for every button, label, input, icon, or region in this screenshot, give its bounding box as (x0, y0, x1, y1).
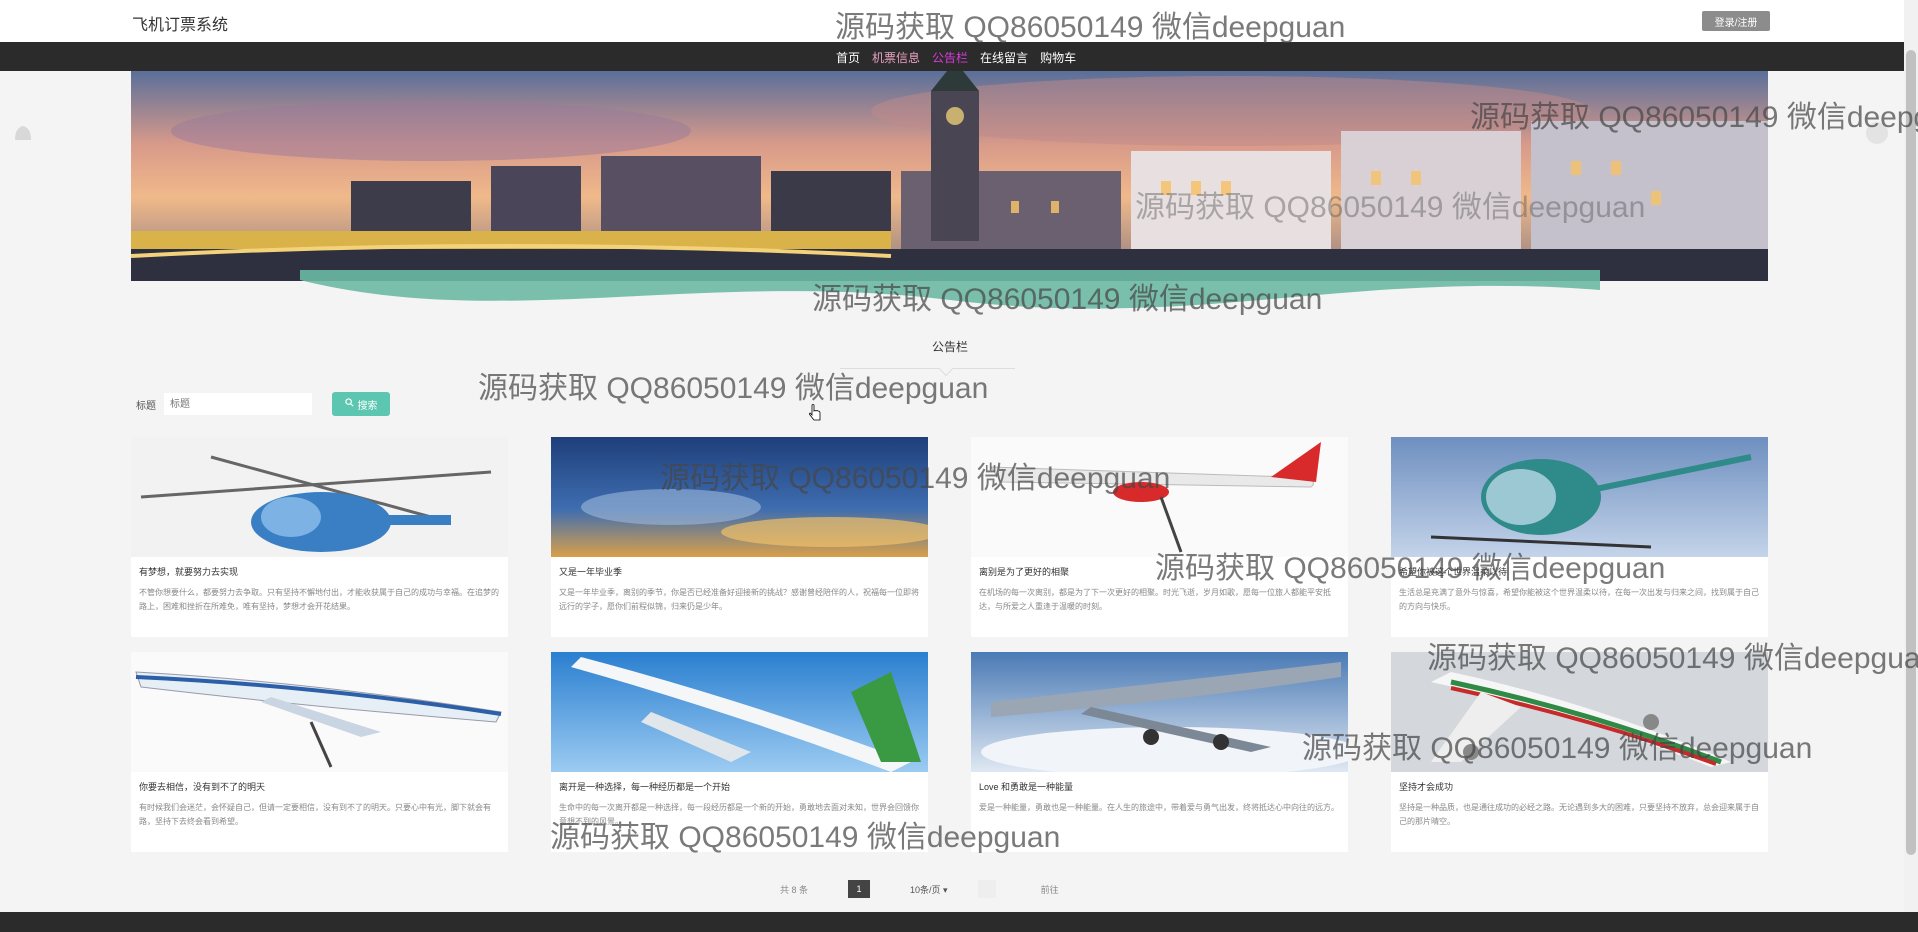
carousel-prev-icon[interactable] (12, 122, 34, 144)
notice-card[interactable]: 你要去相信，没有到不了的明天 有时候我们会迷茫，会怀疑自己，但请一定要相信，没有… (131, 652, 508, 852)
banner-image (131, 71, 1768, 281)
pagination: 共 8 条 1 10条/页 ▾ 前往 (780, 880, 1059, 898)
card-title: Love 和勇敢是一种能量 (979, 782, 1074, 792)
notice-card[interactable]: 希望你被这个世界温柔以待 生活总是充满了意外与惊喜，希望你能被这个世界温柔以待，… (1391, 437, 1768, 637)
card-image-helicopter-teal (1391, 437, 1768, 557)
card-title: 希望你被这个世界温柔以待 (1399, 567, 1508, 577)
notice-card[interactable]: Love 和勇敢是一种能量 爱是一种能量，勇敢也是一种能量。在人生的旅途中，带着… (971, 652, 1348, 852)
card-title: 你要去相信，没有到不了的明天 (139, 782, 266, 792)
pagination-total: 共 8 条 (780, 884, 809, 895)
card-description: 生命中的每一次离开都是一种选择，每一段经历都是一个新的开始，勇敢地去面对未知，世… (559, 803, 919, 826)
footer-bar (0, 912, 1918, 932)
top-header: 飞机订票系统 登录/注册 (0, 0, 1918, 42)
notice-card[interactable]: 离别是为了更好的相聚 在机场的每一次离别，都是为了下一次更好的相聚。时光飞逝，岁… (971, 437, 1348, 637)
card-description: 生活总是充满了意外与惊喜，希望你能被这个世界温柔以待，在每一次出发与归来之间，找… (1399, 588, 1759, 611)
section-title: 公告栏 (931, 340, 968, 354)
notice-card[interactable]: 离开是一种选择，每一种经历都是一个开始 生命中的每一次离开都是一种选择，每一段经… (551, 652, 928, 852)
card-description: 在机场的每一次离别，都是为了下一次更好的相聚。时光飞逝，岁月如歌，愿每一位旅人都… (979, 588, 1331, 611)
search-button[interactable]: 搜索 (332, 392, 390, 416)
site-title[interactable]: 飞机订票系统 (132, 11, 228, 35)
notice-card[interactable]: 坚持才会成功 坚持是一种品质，也是通往成功的必经之路。无论遇到多大的困难，只要坚… (1391, 652, 1768, 852)
mouse-pointer-icon (809, 404, 821, 421)
card-title: 又是一年毕业季 (559, 567, 623, 577)
card-title: 离开是一种选择，每一种经历都是一个开始 (559, 782, 731, 792)
search-button-label: 搜索 (357, 400, 378, 412)
nav-item-home[interactable]: 首页 (836, 49, 860, 66)
card-image-air-force-one (131, 652, 508, 772)
card-title: 坚持才会成功 (1399, 782, 1454, 792)
card-description: 不管你想要什么，都要努力去争取。只有坚持不懈地付出，才能收获属于自己的成功与幸福… (139, 588, 499, 611)
card-image-airliner-stripes (1391, 652, 1768, 772)
pagination-next-button[interactable] (977, 880, 996, 898)
notice-card[interactable]: 有梦想，就要努力去实现 不管你想要什么，都要努力去争取。只有坚持不懈地付出，才能… (131, 437, 508, 637)
card-description: 又是一年毕业季，离别的季节，你是否已经准备好迎接新的挑战？感谢曾经陪伴的人，祝福… (559, 588, 919, 611)
pagination-page-current[interactable]: 1 (848, 880, 871, 898)
main-navbar: 首页 机票信息 公告栏 在线留言 购物车 (0, 42, 1918, 71)
scrollbar-thumb[interactable] (1906, 50, 1916, 855)
banner-wave-decoration (300, 270, 1600, 309)
search-label: 标题 (136, 400, 156, 412)
card-description: 有时候我们会迷茫，会怀疑自己，但请一定要相信，没有到不了的明天。只要心中有光，脚… (139, 803, 491, 826)
carousel-next-icon[interactable] (1866, 122, 1888, 144)
search-icon (344, 398, 354, 410)
nav-menu: 首页 机票信息 公告栏 在线留言 购物车 (836, 49, 1076, 66)
nav-item-messages[interactable]: 在线留言 (980, 49, 1028, 66)
card-image-sky (551, 437, 928, 557)
chevron-down-icon: ▾ (943, 884, 948, 895)
nav-item-cart[interactable]: 购物车 (1040, 49, 1076, 66)
card-description: 坚持是一种品质，也是通往成功的必经之路。无论遇到多大的困难，只要坚持不放弃，总会… (1399, 803, 1759, 826)
notice-card[interactable]: 又是一年毕业季 又是一年毕业季，离别的季节，你是否已经准备好迎接新的挑战？感谢曾… (551, 437, 928, 637)
nav-item-flights[interactable]: 机票信息 (872, 49, 920, 66)
banner-carousel[interactable] (131, 71, 1768, 281)
card-image-airliner-clouds (971, 652, 1348, 772)
card-title: 有梦想，就要努力去实现 (139, 567, 239, 577)
card-description: 爱是一种能量，勇敢也是一种能量。在人生的旅途中，带着爱与勇气出发，终将抵达心中向… (979, 803, 1339, 812)
search-input[interactable] (164, 393, 312, 415)
page-size-select[interactable]: 10条/页 ▾ (910, 883, 948, 896)
page-size-label: 10条/页 (910, 884, 941, 895)
card-image-c919 (551, 652, 928, 772)
card-title: 离别是为了更好的相聚 (979, 567, 1070, 577)
card-image-airliner (971, 437, 1348, 557)
nav-item-notices[interactable]: 公告栏 (932, 49, 968, 66)
pagination-goto[interactable]: 前往 (1041, 883, 1059, 896)
section-divider (840, 368, 1015, 369)
section-caret-icon (938, 361, 954, 377)
watermark-text: 源码获取 QQ86050149 微信deepguan (478, 372, 989, 405)
login-register-button[interactable]: 登录/注册 (1702, 11, 1770, 31)
card-image-helicopter (131, 437, 508, 557)
search-bar: 标题 搜索 (136, 392, 390, 416)
